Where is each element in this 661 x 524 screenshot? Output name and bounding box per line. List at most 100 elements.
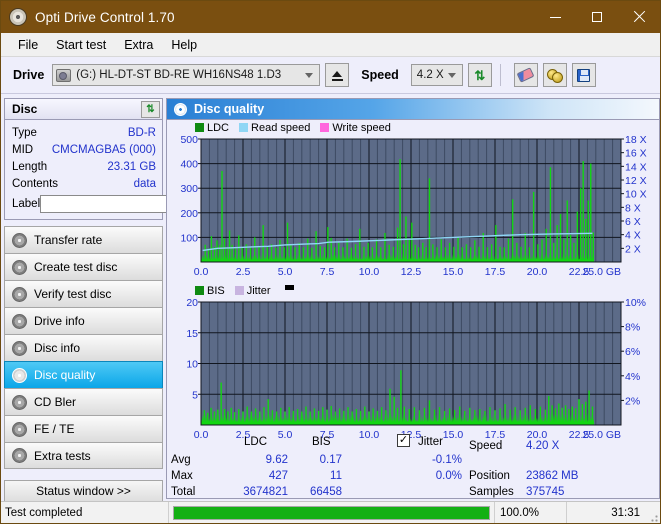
disc-icon <box>12 367 27 383</box>
menu-item-file[interactable]: File <box>9 36 47 54</box>
legend-label-jitter: Jitter <box>246 284 271 297</box>
svg-text:2%: 2% <box>625 395 640 407</box>
drive-toolbar: Drive (G:) HL-DT-ST BD-RE WH16NS48 1.D3 … <box>1 57 660 94</box>
svg-text:12.5: 12.5 <box>401 266 422 278</box>
disc-icon <box>12 286 27 302</box>
svg-text:16 X: 16 X <box>625 148 647 160</box>
sidebar-item-label: Transfer rate <box>34 233 103 247</box>
toolbar-divider <box>499 64 501 86</box>
sidebar-item-drive-info[interactable]: Drive info <box>4 307 163 334</box>
disc-mid-value: CMCMAGBA5 (000) <box>51 143 156 156</box>
sidebar-item-extra-tests[interactable]: Extra tests <box>4 442 163 469</box>
selection-marker <box>284 285 294 290</box>
main-body: Disc ⇅ Type BD-R MID CMCMAGBA5 (000) Len… <box>1 94 660 504</box>
legend-swatch-write-speed <box>320 123 330 132</box>
disc-row-type: Type BD-R <box>12 124 156 141</box>
sidebar-item-create-test-disc[interactable]: Create test disc <box>4 253 163 280</box>
eraser-icon <box>516 67 535 83</box>
stats-position-label: Position <box>469 470 510 482</box>
panel-title: Disc quality <box>194 102 265 116</box>
jitter-checkbox[interactable]: ✓ <box>397 434 410 447</box>
elapsed-time: 31:31 <box>566 501 648 523</box>
status-text: Test completed <box>1 501 169 523</box>
drive-label: Drive <box>13 68 45 82</box>
status-window-button[interactable]: Status window >> <box>4 480 163 502</box>
disc-icon <box>12 340 27 356</box>
speed-label: Speed <box>361 68 399 82</box>
disc-contents-value: data <box>133 177 156 190</box>
legend-swatch-jitter <box>234 286 244 295</box>
svg-text:17.5: 17.5 <box>485 266 506 278</box>
svg-text:200: 200 <box>180 208 198 220</box>
speed-select-value: 4.2 X <box>416 69 444 81</box>
disc-icon <box>12 232 27 248</box>
stats-row-max-label: Max <box>171 470 193 482</box>
sidebar-item-fe-te[interactable]: FE / TE <box>4 415 163 442</box>
menu-item-start-test[interactable]: Start test <box>47 36 115 54</box>
chart1-plot: 100 200 300 400 500 2 X4 X6 X8 X 10 X 12 X 14 X1… <box>167 135 659 280</box>
window-controls <box>534 1 660 33</box>
sidebar-item-disc-quality[interactable]: Disc quality <box>4 361 163 388</box>
eject-button[interactable] <box>325 63 350 87</box>
svg-text:10%: 10% <box>625 298 646 309</box>
disc-icon <box>12 448 27 463</box>
refresh-button[interactable]: ⇅ <box>467 63 492 87</box>
svg-text:15: 15 <box>186 328 198 340</box>
maximize-icon <box>592 12 602 22</box>
eject-icon <box>332 71 343 77</box>
stats-total-bis: 66458 <box>310 486 342 498</box>
svg-text:6%: 6% <box>625 346 640 358</box>
menu-item-help[interactable]: Help <box>162 36 206 54</box>
svg-text:10: 10 <box>186 359 198 371</box>
progress-bar <box>173 505 490 520</box>
sidebar-item-disc-info[interactable]: Disc info <box>4 334 163 361</box>
svg-text:5.0: 5.0 <box>278 266 293 278</box>
maximize-button[interactable] <box>576 1 618 33</box>
bookmark-button[interactable] <box>542 63 567 87</box>
sidebar-item-label: Drive info <box>34 314 85 328</box>
disc-quality-icon <box>174 102 187 116</box>
app-icon <box>9 8 27 26</box>
svg-text:10.0: 10.0 <box>359 266 380 278</box>
save-button[interactable] <box>571 63 596 87</box>
resize-grip[interactable] <box>648 502 660 524</box>
legend-swatch-read-speed <box>239 123 249 132</box>
disc-type-value: BD-R <box>127 126 156 139</box>
legend-label-ldc: LDC <box>207 121 230 134</box>
erase-button[interactable] <box>513 63 538 87</box>
legend-label-read-speed: Read speed <box>251 121 311 134</box>
disc-info-rows: Type BD-R MID CMCMAGBA5 (000) Length 23.… <box>5 120 243 219</box>
svg-text:4 X: 4 X <box>625 230 641 242</box>
close-button[interactable] <box>618 1 660 33</box>
disc-refresh-button[interactable]: ⇅ <box>141 100 160 118</box>
legend-swatch-bis <box>195 286 204 295</box>
stats-avg-ldc: 9.62 <box>265 454 288 466</box>
legend-label-write-speed: Write speed <box>332 121 391 134</box>
drive-select[interactable]: (G:) HL-DT-ST BD-RE WH16NS48 1.D3 <box>52 64 321 86</box>
status-window-label: Status window >> <box>36 484 131 498</box>
disc-quality-panel: Disc quality LDC Read speed Write speed … <box>166 98 660 499</box>
legend-swatch-ldc <box>195 123 204 132</box>
svg-text:14 X: 14 X <box>625 161 647 173</box>
stats-avg-bis: 0.17 <box>319 454 342 466</box>
sidebar-item-transfer-rate[interactable]: Transfer rate <box>4 226 163 253</box>
sidebar-item-label: Disc info <box>34 341 81 355</box>
disc-length-value: 23.31 GB <box>107 160 156 173</box>
disc-label-label: Label <box>12 198 41 210</box>
disc-panel-header: Disc ⇅ <box>5 99 162 120</box>
stats-header-bis: BIS <box>312 436 331 448</box>
speed-select[interactable]: 4.2 X <box>410 64 463 86</box>
sidebar-item-verify-test-disc[interactable]: Verify test disc <box>4 280 163 307</box>
disc-mid-label: MID <box>12 143 34 156</box>
sidebar: Disc ⇅ Type BD-R MID CMCMAGBA5 (000) Len… <box>4 98 243 504</box>
svg-text:15.0: 15.0 <box>443 266 464 278</box>
svg-text:500: 500 <box>180 135 198 146</box>
chart2-legend: BIS Jitter <box>167 283 659 298</box>
svg-text:0.0: 0.0 <box>194 266 209 278</box>
minimize-button[interactable] <box>534 1 576 33</box>
menu-item-extra[interactable]: Extra <box>115 36 162 54</box>
minimize-icon <box>549 16 561 18</box>
progress-percent: 100.0% <box>494 501 566 523</box>
sidebar-item-cd-bler[interactable]: CD Bler <box>4 388 163 415</box>
svg-text:2 X: 2 X <box>625 243 641 255</box>
